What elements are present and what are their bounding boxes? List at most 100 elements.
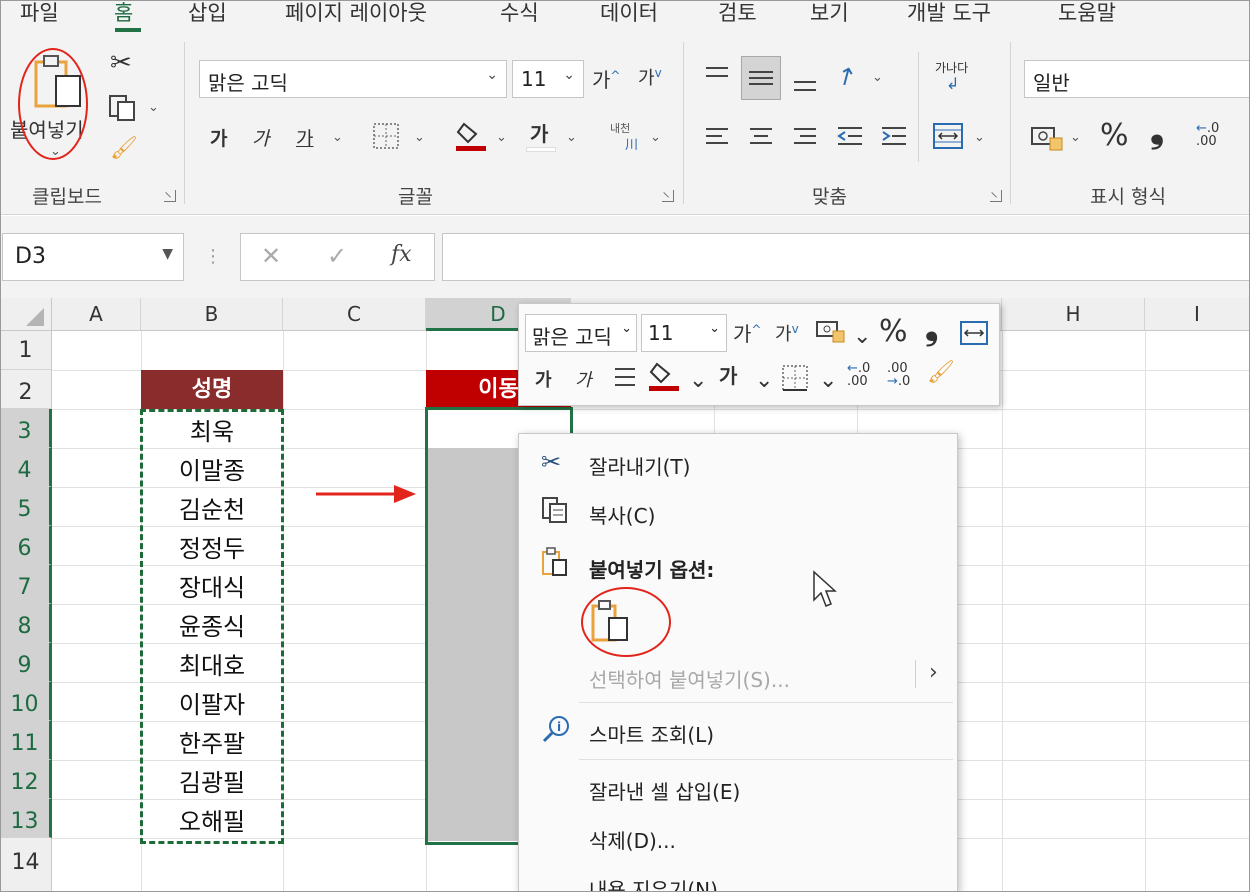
cancel-icon[interactable]: ✕ (261, 242, 281, 270)
tab-view[interactable]: 보기 (810, 0, 849, 26)
number-format-combo[interactable]: 일반 (1024, 60, 1250, 98)
underline-button[interactable]: 가 (296, 124, 313, 151)
menu-item-delete[interactable]: 삭제(D)... (589, 825, 676, 854)
mini-percent-button[interactable]: % (879, 314, 908, 349)
row-header-6[interactable]: 6 (0, 526, 52, 565)
font-size-combo[interactable]: 11 ⌄ (512, 60, 584, 98)
font-name-combo[interactable]: 맑은 고딕 ⌄ (199, 60, 507, 98)
accounting-format-icon[interactable] (1030, 124, 1064, 152)
align-center-icon[interactable] (748, 124, 774, 150)
chevron-down-icon[interactable]: ⌄ (689, 368, 707, 393)
mini-font-color-button[interactable]: 가 (719, 360, 737, 389)
phonetic-dropdown-chevron-icon[interactable]: ⌄ (650, 130, 661, 145)
menu-item-paste-special[interactable]: 선택하여 붙여넣기(S)... (589, 664, 790, 693)
copy-dropdown-chevron-icon[interactable]: ⌄ (148, 100, 159, 115)
grow-font-button[interactable]: 가^ (592, 64, 620, 93)
increase-decimal-icon[interactable]: ←.0.00 (1196, 122, 1219, 148)
tab-home[interactable]: 홈 (114, 0, 133, 26)
accounting-dropdown-chevron-icon[interactable]: ⌄ (1070, 130, 1081, 145)
percent-style-button[interactable]: % (1100, 118, 1129, 153)
row-header-3[interactable]: 3 (0, 409, 52, 448)
chevron-down-icon[interactable]: ⌄ (853, 324, 871, 349)
column-header-c[interactable]: C (283, 298, 426, 331)
mini-decrease-decimal-icon[interactable]: .00 →.0 (887, 362, 910, 388)
mini-font-name-combo[interactable]: 맑은 고딕 ⌄ (525, 314, 637, 352)
merge-dropdown-chevron-icon[interactable]: ⌄ (974, 130, 985, 145)
row-header-7[interactable]: 7 (0, 565, 52, 604)
tab-page-layout[interactable]: 페이지 레이아웃 (285, 0, 427, 26)
row-header-4[interactable]: 4 (0, 448, 52, 487)
mini-italic-button[interactable]: 가 (575, 366, 592, 392)
row-header-1[interactable]: 1 (0, 331, 52, 370)
copy-icon[interactable] (108, 94, 136, 122)
enter-icon[interactable]: ✓ (327, 242, 347, 270)
more-options-icon[interactable]: ⋮ (204, 246, 222, 267)
fill-color-icon[interactable] (456, 120, 486, 152)
align-left-icon[interactable] (704, 124, 730, 150)
menu-item-insert-cut-cells[interactable]: 잘라낸 셀 삽입(E) (589, 776, 740, 805)
tab-data[interactable]: 데이터 (600, 0, 658, 26)
format-painter-icon[interactable]: 🖌 (110, 136, 138, 161)
mini-grow-font-button[interactable]: 가^ (733, 318, 761, 347)
mini-shrink-font-button[interactable]: 가v (775, 320, 799, 346)
orientation-dropdown-chevron-icon[interactable]: ⌄ (872, 70, 883, 85)
align-bottom-icon[interactable] (792, 68, 818, 94)
mini-format-painter-icon[interactable]: 🖌 (927, 360, 955, 385)
shrink-font-button[interactable]: 가v (638, 64, 662, 90)
menu-item-smart-lookup[interactable]: 스마트 조회(L) (589, 719, 714, 748)
menu-item-cut[interactable]: 잘라내기(T) (589, 451, 690, 480)
row-header-8[interactable]: 8 (0, 604, 52, 643)
mini-font-size-combo[interactable]: 11 ⌄ (641, 314, 727, 352)
increase-indent-icon[interactable] (880, 124, 908, 150)
row-header-13[interactable]: 13 (0, 799, 52, 838)
column-header-b[interactable]: B (141, 298, 283, 331)
font-color-button[interactable]: 가 (530, 118, 548, 147)
row-header-12[interactable]: 12 (0, 760, 52, 799)
select-all-corner[interactable] (0, 298, 52, 331)
mini-borders-icon[interactable] (781, 364, 809, 392)
cell-b2-header[interactable]: 성명 (141, 370, 283, 409)
mini-merge-center-icon[interactable] (959, 320, 989, 346)
name-box[interactable]: D3 ▼ (2, 233, 184, 281)
mini-fill-color-icon[interactable] (649, 360, 679, 392)
align-top-icon[interactable] (704, 64, 730, 90)
mini-accounting-format-icon[interactable] (815, 320, 845, 344)
row-header-11[interactable]: 11 (0, 721, 52, 760)
row-header-5[interactable]: 5 (0, 487, 52, 526)
comma-style-button[interactable]: ❟ (1150, 110, 1164, 152)
tab-help[interactable]: 도움말 (1058, 0, 1116, 26)
mini-increase-decimal-icon[interactable]: ←.0.00 (847, 362, 870, 388)
merge-center-icon[interactable] (932, 122, 964, 150)
column-header-a[interactable]: A (52, 298, 141, 331)
font-color-dropdown-chevron-icon[interactable]: ⌄ (566, 130, 577, 145)
row-header-9[interactable]: 9 (0, 643, 52, 682)
italic-button[interactable]: 가 (252, 124, 269, 151)
mini-align-center-icon[interactable] (613, 366, 637, 388)
chevron-right-icon[interactable]: › (929, 660, 938, 685)
tab-insert[interactable]: 삽입 (188, 0, 227, 26)
row-header-14[interactable]: 14 (0, 838, 52, 892)
row-header-10[interactable]: 10 (0, 682, 52, 721)
borders-icon[interactable] (372, 122, 400, 150)
bold-button[interactable]: 가 (210, 124, 227, 151)
font-launcher-icon[interactable] (662, 190, 674, 202)
tab-developer[interactable]: 개발 도구 (907, 0, 991, 26)
tab-review[interactable]: 검토 (718, 0, 757, 26)
chevron-down-icon[interactable]: ⌄ (819, 368, 837, 393)
align-middle-icon[interactable] (741, 56, 781, 100)
align-right-icon[interactable] (792, 124, 818, 150)
menu-item-clear-contents[interactable]: 내용 지우기(N) (589, 874, 718, 891)
mini-comma-button[interactable]: ❟ (925, 308, 938, 348)
alignment-launcher-icon[interactable] (990, 190, 1002, 202)
formula-input[interactable] (442, 233, 1250, 281)
mini-bold-button[interactable]: 가 (535, 366, 552, 392)
decrease-indent-icon[interactable] (836, 124, 864, 150)
menu-item-copy[interactable]: 복사(C) (589, 500, 655, 529)
underline-dropdown-chevron-icon[interactable]: ⌄ (332, 130, 343, 145)
orientation-icon[interactable]: ↗ (830, 59, 861, 93)
borders-dropdown-chevron-icon[interactable]: ⌄ (414, 130, 425, 145)
chevron-down-icon[interactable]: ⌄ (755, 368, 773, 393)
fill-color-dropdown-chevron-icon[interactable]: ⌄ (496, 130, 507, 145)
cut-icon[interactable]: ✂ (110, 48, 132, 78)
clipboard-launcher-icon[interactable] (164, 190, 176, 202)
